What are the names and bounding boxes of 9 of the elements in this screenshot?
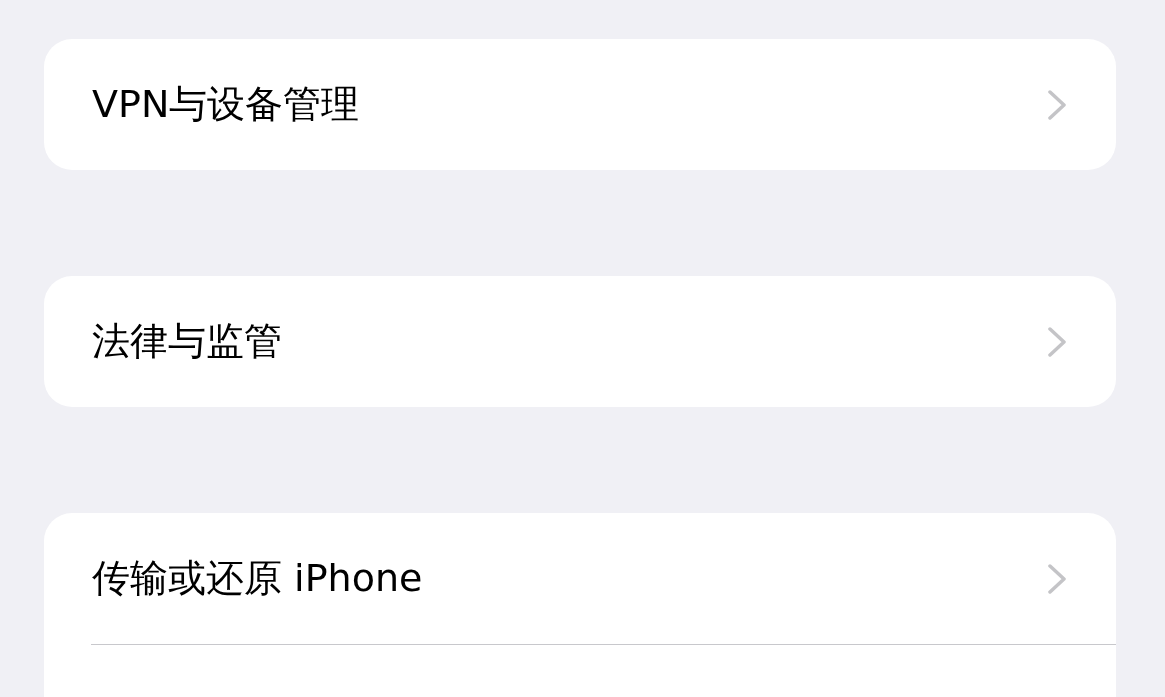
settings-row[interactable]: VPN与设备管理 <box>44 39 1116 170</box>
chevron-icon <box>1047 326 1067 357</box>
row-label: VPN与设备管理 <box>92 81 360 128</box>
row-label: 传输或还原 iPhone <box>92 555 423 602</box>
settings-row[interactable]: 传输或还原 iPhone <box>44 513 1116 644</box>
settings-row[interactable]: 法律与监管 <box>44 276 1116 407</box>
chevron-icon <box>1047 89 1067 120</box>
chevron-icon <box>1047 563 1067 594</box>
row-label: 法律与监管 <box>92 318 282 365</box>
